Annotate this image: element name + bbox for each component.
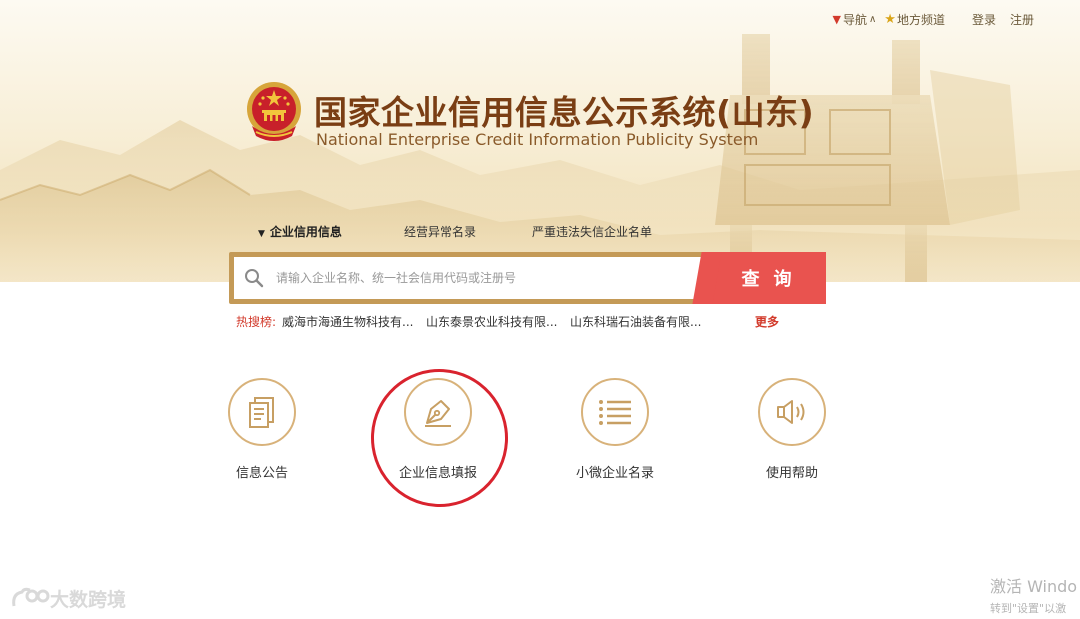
register-link[interactable]: 注册: [1010, 11, 1034, 28]
login-link[interactable]: 登录: [972, 11, 996, 28]
tab-label: 经营异常名录: [404, 225, 477, 239]
search-input[interactable]: [276, 271, 676, 285]
hot-search-item[interactable]: 威海市海通生物科技有...: [282, 313, 413, 330]
hot-search-more-link[interactable]: 更多: [755, 313, 779, 330]
brand-logo-icon: [12, 587, 50, 606]
chevron-up-icon: ∧: [868, 14, 877, 25]
search-bar: 查询: [229, 252, 826, 304]
activation-title: 激活 Windo: [990, 577, 1078, 596]
activation-subtitle: 转到"设置"以激: [990, 602, 1067, 615]
feature-icon-circle: [581, 378, 649, 446]
tab-serious-violations[interactable]: 严重违法失信企业名单: [532, 223, 652, 240]
windows-activation-watermark: 激活 Windo 转到"设置"以激: [990, 573, 1077, 616]
feature-label: 小微企业名录: [575, 466, 654, 481]
feature-icon-circle: [758, 378, 826, 446]
top-nav: ▼ 导航 ∧ ★ 地方频道 登录 注册: [832, 11, 1034, 28]
list-icon: [599, 400, 631, 425]
local-channel-link[interactable]: ★ 地方频道: [876, 11, 945, 28]
triangle-down-icon: ▼: [258, 229, 265, 239]
tab-enterprise-credit[interactable]: ▼ 企业信用信息: [258, 223, 342, 240]
tab-label: 严重违法失信企业名单: [532, 225, 653, 239]
feature-label: 使用帮助: [765, 466, 818, 481]
hot-search-label: 热搜榜:: [236, 315, 277, 329]
search-icon: [245, 269, 264, 288]
search-box: [229, 252, 707, 304]
brand-watermark-text: 大数跨境: [50, 589, 127, 611]
feature-help[interactable]: 使用帮助: [737, 378, 847, 481]
star-icon: ★: [884, 12, 896, 27]
feature-small-business-list[interactable]: 小微企业名录: [560, 378, 670, 481]
login-label: 登录: [971, 13, 996, 27]
page-subtitle: National Enterprise Credit Information P…: [316, 130, 759, 149]
national-emblem-icon: [247, 82, 301, 141]
tab-abnormal-operations[interactable]: 经营异常名录: [404, 223, 476, 240]
register-label: 注册: [1009, 13, 1034, 27]
hot-search-item[interactable]: 山东泰景农业科技有限...: [426, 313, 557, 330]
nav-menu-label: 导航: [842, 13, 867, 27]
hero-banner: ▼ 导航 ∧ ★ 地方频道 登录 注册 国家企业信用信息公示系统(山东) Nat…: [0, 0, 1080, 282]
brand-watermark: 大数跨境: [10, 585, 126, 612]
speaker-icon: [777, 400, 805, 424]
local-channel-label: 地方频道: [896, 13, 945, 27]
nav-menu[interactable]: ▼ 导航 ∧: [832, 11, 876, 28]
location-pin-icon: ▼: [832, 13, 841, 26]
feature-announcements[interactable]: 信息公告: [207, 378, 317, 481]
feature-icon-circle: [228, 378, 296, 446]
tab-label: 企业信用信息: [269, 225, 342, 239]
hot-search-item[interactable]: 山东科瑞石油装备有限...: [570, 313, 701, 330]
document-icon: [249, 397, 274, 428]
search-button-label: 查询: [741, 269, 806, 289]
search-button[interactable]: 查询: [707, 252, 826, 304]
page-title: 国家企业信用信息公示系统(山东): [314, 93, 815, 132]
feature-label: 信息公告: [235, 466, 288, 481]
